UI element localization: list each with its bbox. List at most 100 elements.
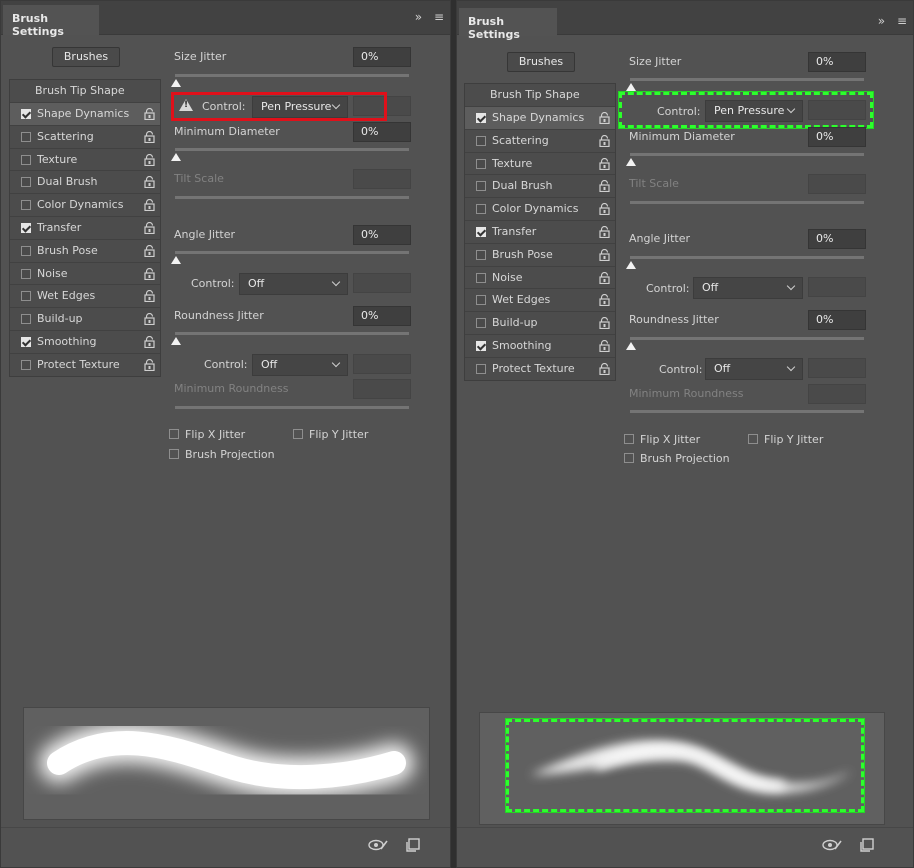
lock-icon[interactable] — [599, 248, 610, 261]
option-checkbox[interactable] — [476, 204, 486, 215]
roundness-control-dropdown[interactable]: Off — [252, 354, 348, 376]
sidebar-item-brush-pose[interactable]: Brush Pose — [465, 242, 615, 266]
angle-control-dropdown[interactable]: Off — [239, 273, 348, 295]
sidebar-item-wet-edges[interactable]: Wet Edges — [10, 284, 160, 307]
sidebar-item-brush-tip-shape[interactable]: Brush Tip Shape — [10, 80, 160, 102]
lock-icon[interactable] — [599, 225, 610, 238]
double-chevron-right-icon[interactable]: » — [415, 10, 422, 24]
option-checkbox[interactable] — [21, 131, 31, 142]
sidebar-item-build-up[interactable]: Build-up — [465, 311, 615, 334]
roundness-jitter-slider-thumb[interactable] — [171, 337, 181, 345]
minimum-diameter-slider-track[interactable] — [175, 148, 409, 151]
lock-icon[interactable] — [144, 267, 155, 280]
sidebar-item-scattering[interactable]: Scattering — [10, 124, 160, 148]
option-checkbox[interactable] — [21, 336, 31, 347]
sidebar-item-scattering[interactable]: Scattering — [465, 128, 615, 152]
roundness-jitter-value[interactable]: 0% — [353, 306, 411, 326]
option-checkbox[interactable] — [476, 272, 486, 283]
sidebar-item-wet-edges[interactable]: Wet Edges — [465, 288, 615, 311]
lock-icon[interactable] — [599, 112, 610, 124]
sidebar-item-brush-pose[interactable]: Brush Pose — [10, 238, 160, 262]
angle-jitter-slider-thumb[interactable] — [626, 261, 636, 269]
option-checkbox[interactable] — [21, 177, 31, 188]
lock-icon[interactable] — [144, 335, 155, 348]
lock-icon[interactable] — [144, 108, 155, 120]
angle-jitter-value[interactable]: 0% — [808, 229, 866, 249]
sidebar-item-color-dynamics[interactable]: Color Dynamics — [465, 197, 615, 220]
roundness-jitter-slider-thumb[interactable] — [626, 342, 636, 350]
minimum-diameter-slider-track[interactable] — [630, 153, 864, 156]
option-checkbox[interactable] — [21, 359, 31, 370]
option-checkbox[interactable] — [476, 226, 486, 237]
lock-icon[interactable] — [144, 176, 155, 189]
option-checkbox[interactable] — [21, 314, 31, 325]
option-checkbox[interactable] — [476, 158, 486, 169]
toggle-preview-icon[interactable] — [368, 838, 388, 855]
sidebar-item-texture[interactable]: Texture — [465, 151, 615, 175]
roundness-control-dropdown[interactable]: Off — [705, 358, 803, 380]
size-jitter-value[interactable]: 0% — [353, 47, 411, 67]
minimum-diameter-value[interactable]: 0% — [353, 122, 411, 142]
sidebar-item-brush-tip-shape[interactable]: Brush Tip Shape — [465, 84, 615, 106]
sidebar-item-texture[interactable]: Texture — [10, 147, 160, 171]
sidebar-item-transfer[interactable]: Transfer — [10, 215, 160, 239]
lock-icon[interactable] — [599, 362, 610, 375]
lock-icon[interactable] — [599, 203, 610, 216]
sidebar-item-protect-texture[interactable]: Protect Texture — [465, 356, 615, 380]
flip-y-checkbox[interactable] — [748, 434, 758, 444]
lock-icon[interactable] — [599, 271, 610, 284]
minimum-diameter-slider-thumb[interactable] — [171, 153, 181, 161]
angle-jitter-slider-thumb[interactable] — [171, 256, 181, 264]
angle-jitter-slider-track[interactable] — [175, 251, 409, 254]
option-checkbox[interactable] — [476, 135, 486, 146]
hamburger-menu-icon[interactable]: ≡ — [897, 14, 907, 28]
lock-icon[interactable] — [144, 313, 155, 326]
sidebar-item-shape-dynamics[interactable]: Shape Dynamics — [465, 106, 615, 129]
double-chevron-right-icon[interactable]: » — [878, 14, 885, 28]
lock-icon[interactable] — [599, 294, 610, 307]
create-new-brush-icon[interactable] — [406, 838, 420, 855]
tab-brush-settings[interactable]: Brush Settings — [459, 8, 557, 41]
sidebar-item-dual-brush[interactable]: Dual Brush — [465, 174, 615, 197]
lock-icon[interactable] — [599, 180, 610, 193]
option-checkbox[interactable] — [476, 318, 486, 329]
option-checkbox[interactable] — [476, 181, 486, 192]
lock-icon[interactable] — [144, 358, 155, 371]
lock-icon[interactable] — [144, 221, 155, 234]
angle-jitter-slider-track[interactable] — [630, 256, 864, 259]
size-jitter-value[interactable]: 0% — [808, 52, 866, 72]
hamburger-menu-icon[interactable]: ≡ — [434, 10, 444, 24]
sidebar-item-noise[interactable]: Noise — [465, 265, 615, 289]
brushes-button[interactable]: Brushes — [52, 47, 120, 67]
size-jitter-slider-thumb[interactable] — [171, 79, 181, 87]
minimum-diameter-slider-thumb[interactable] — [626, 158, 636, 166]
lock-icon[interactable] — [144, 153, 155, 166]
option-checkbox[interactable] — [21, 109, 31, 119]
roundness-jitter-slider-track[interactable] — [175, 332, 409, 335]
sidebar-item-shape-dynamics[interactable]: Shape Dynamics — [10, 102, 160, 125]
lock-icon[interactable] — [599, 134, 610, 147]
lock-icon[interactable] — [599, 339, 610, 352]
option-checkbox[interactable] — [21, 222, 31, 233]
sidebar-item-protect-texture[interactable]: Protect Texture — [10, 352, 160, 376]
brushes-button[interactable]: Brushes — [507, 52, 575, 72]
flip-y-checkbox[interactable] — [293, 429, 303, 439]
create-new-brush-icon[interactable] — [860, 838, 874, 855]
sidebar-item-smoothing[interactable]: Smoothing — [10, 329, 160, 353]
brush-projection-checkbox[interactable] — [624, 453, 634, 463]
flip-x-checkbox[interactable] — [169, 429, 179, 439]
option-checkbox[interactable] — [476, 295, 486, 306]
option-checkbox[interactable] — [476, 340, 486, 351]
lock-icon[interactable] — [599, 157, 610, 170]
option-checkbox[interactable] — [21, 245, 31, 256]
tab-brush-settings[interactable]: Brush Settings — [3, 5, 99, 38]
option-checkbox[interactable] — [21, 154, 31, 165]
sidebar-item-smoothing[interactable]: Smoothing — [465, 333, 615, 357]
lock-icon[interactable] — [144, 290, 155, 303]
sidebar-item-noise[interactable]: Noise — [10, 261, 160, 285]
option-checkbox[interactable] — [21, 200, 31, 211]
lock-icon[interactable] — [144, 244, 155, 257]
option-checkbox[interactable] — [21, 268, 31, 279]
lock-icon[interactable] — [144, 130, 155, 143]
minimum-diameter-value[interactable]: 0% — [808, 127, 866, 147]
